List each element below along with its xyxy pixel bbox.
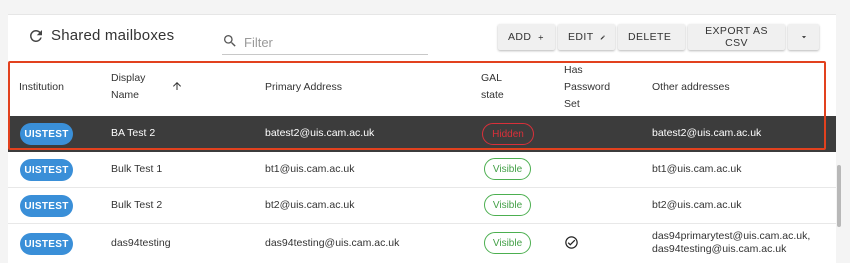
other-address: bt1@uis.cam.ac.uk (652, 163, 742, 175)
table-row[interactable]: UISTEST das94testing das94testing@uis.ca… (8, 224, 836, 263)
plus-icon (538, 34, 544, 40)
gal-state-badge: Visible (484, 232, 531, 254)
gal-state-badge: Visible (484, 194, 531, 216)
primary-address: batest2@uis.cam.ac.uk (265, 127, 375, 139)
other-address: batest2@uis.cam.ac.uk (652, 127, 762, 139)
display-name: Bulk Test 2 (111, 199, 163, 211)
column-header-primary-address[interactable]: Primary Address (265, 79, 342, 96)
institution-chip[interactable]: UISTEST (20, 123, 73, 145)
display-name: BA Test 2 (111, 127, 156, 139)
table-row[interactable]: UISTEST Bulk Test 1 bt1@uis.cam.ac.uk Vi… (8, 152, 836, 188)
filter-input[interactable] (244, 32, 424, 52)
arrow-up-icon (173, 82, 182, 91)
action-toolbar: ADD EDIT DELETE EXPORT AS CSV (498, 24, 819, 50)
edit-button-label: EDIT (568, 31, 594, 43)
shared-mailboxes-panel: Shared mailboxes ADD EDIT DELETE EXPORT … (8, 14, 841, 263)
display-name: Bulk Test 1 (111, 163, 163, 175)
vertical-scrollbar[interactable] (837, 165, 841, 227)
table-row[interactable]: UISTEST Bulk Test 2 bt2@uis.cam.ac.uk Vi… (8, 188, 836, 224)
caret-down-icon (801, 36, 806, 39)
refresh-icon[interactable] (27, 27, 45, 45)
check-circle-icon (565, 236, 578, 249)
add-button[interactable]: ADD (498, 24, 555, 50)
column-header-label: Other addresses (652, 81, 730, 93)
search-icon (224, 35, 236, 47)
delete-button[interactable]: DELETE (618, 24, 685, 50)
column-header-label: state (481, 89, 504, 101)
column-header-label: Institution (19, 81, 64, 93)
column-header-label: Set (564, 98, 580, 110)
table-header: Institution Display Name Primary Address… (8, 61, 836, 119)
primary-address: das94testing@uis.cam.ac.uk (265, 237, 400, 249)
column-header-password-set[interactable]: Has Password Set (564, 62, 610, 113)
export-csv-button[interactable]: EXPORT AS CSV (688, 24, 785, 50)
institution-chip[interactable]: UISTEST (20, 195, 73, 217)
column-header-label: Has (564, 64, 583, 76)
filter-field[interactable] (222, 31, 428, 55)
delete-button-label: DELETE (628, 31, 672, 43)
column-header-label: Primary Address (265, 81, 343, 93)
display-name: das94testing (111, 237, 171, 249)
gal-state-badge: Hidden (482, 123, 534, 145)
more-actions-button[interactable] (788, 24, 819, 50)
column-header-label: Name (111, 89, 140, 101)
institution-chip[interactable]: UISTEST (20, 233, 73, 255)
institution-chip[interactable]: UISTEST (20, 159, 73, 181)
gal-state-badge: Visible (484, 158, 531, 180)
column-header-label: GAL (481, 72, 503, 84)
other-address: das94primarytest@uis.cam.ac.uk, (652, 230, 811, 242)
column-header-other-addresses[interactable]: Other addresses (652, 79, 730, 96)
column-header-gal-state[interactable]: GAL state (481, 70, 504, 104)
column-header-label: Password (564, 81, 611, 93)
page-title: Shared mailboxes (51, 27, 175, 44)
add-button-label: ADD (508, 31, 532, 43)
column-header-display-name[interactable]: Display Name (111, 70, 183, 104)
other-address: das94testing@uis.cam.ac.uk (652, 243, 787, 255)
other-address: bt2@uis.cam.ac.uk (652, 199, 742, 211)
table-row[interactable]: UISTEST BA Test 2 batest2@uis.cam.ac.uk … (8, 116, 836, 152)
pencil-icon (600, 34, 605, 40)
primary-address: bt1@uis.cam.ac.uk (265, 163, 355, 175)
column-header-institution[interactable]: Institution (19, 79, 64, 96)
export-button-label: EXPORT AS CSV (705, 25, 768, 49)
primary-address: bt2@uis.cam.ac.uk (265, 199, 355, 211)
edit-button[interactable]: EDIT (558, 24, 615, 50)
